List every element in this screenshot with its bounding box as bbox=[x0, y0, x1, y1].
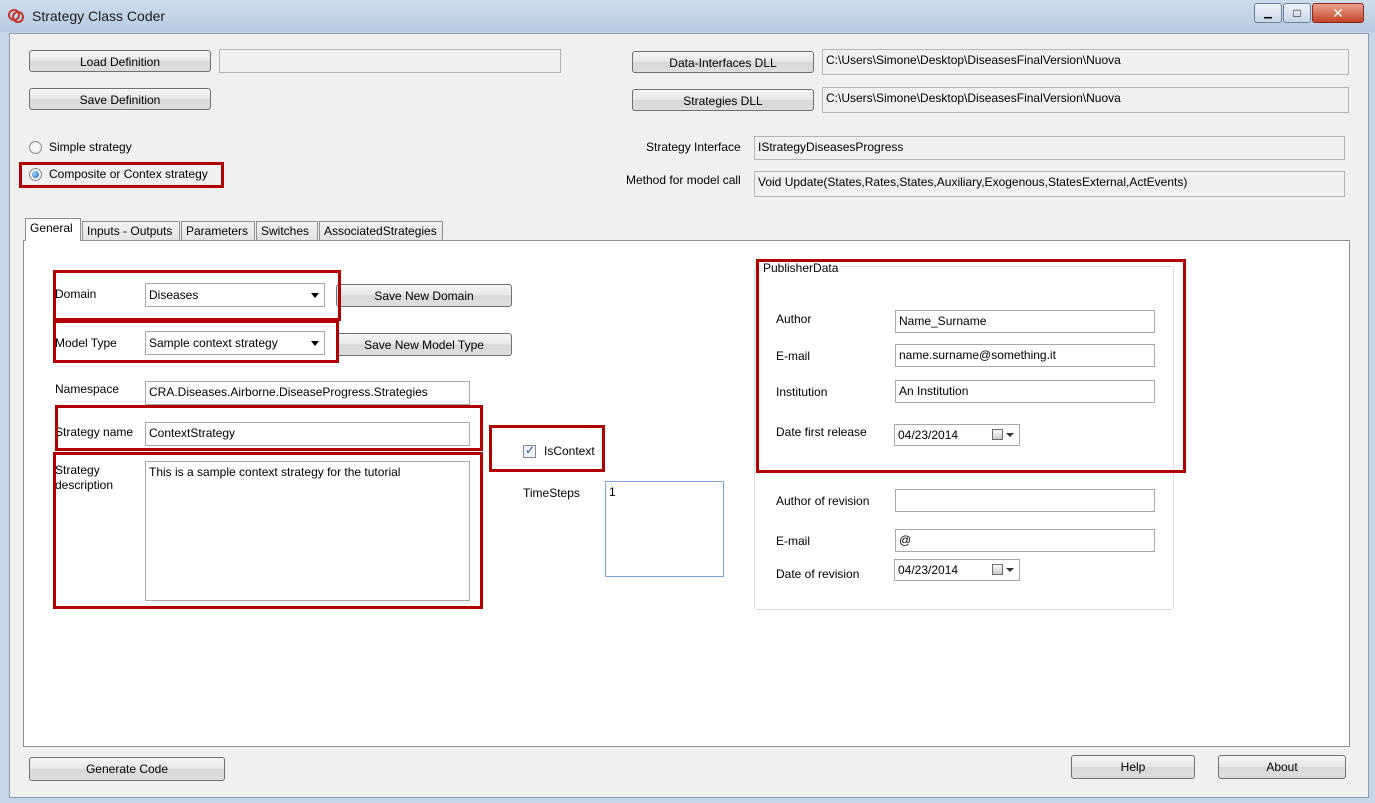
close-button[interactable]: ✕ bbox=[1312, 3, 1364, 23]
save-new-domain-button[interactable]: Save New Domain bbox=[336, 284, 512, 307]
date-revision-picker[interactable]: 04/23/2014 bbox=[894, 559, 1020, 581]
title-bar[interactable]: Strategy Class Coder ▁ □ ✕ bbox=[0, 0, 1375, 32]
chevron-down-icon bbox=[1006, 568, 1014, 572]
data-interfaces-path-field[interactable]: C:\Users\Simone\Desktop\DiseasesFinalVer… bbox=[822, 49, 1349, 75]
highlight-strategy-name bbox=[55, 405, 483, 451]
app-logo-icon bbox=[8, 9, 24, 23]
author-revision-input[interactable] bbox=[895, 489, 1155, 512]
timesteps-label: TimeSteps bbox=[523, 486, 580, 500]
definition-path-field[interactable] bbox=[219, 49, 561, 73]
highlight-domain bbox=[53, 270, 341, 321]
email-revision-input[interactable]: @ bbox=[895, 529, 1155, 552]
method-field[interactable]: Void Update(States,Rates,States,Auxiliar… bbox=[754, 171, 1345, 197]
load-definition-button[interactable]: Load Definition bbox=[29, 50, 211, 72]
maximize-icon: □ bbox=[1293, 6, 1301, 20]
minimize-button[interactable]: ▁ bbox=[1254, 3, 1282, 23]
strategy-interface-label: Strategy Interface bbox=[646, 140, 741, 154]
tab-parameters[interactable]: Parameters bbox=[181, 221, 255, 241]
window-title: Strategy Class Coder bbox=[32, 8, 166, 24]
tab-switches[interactable]: Switches bbox=[256, 221, 318, 241]
close-icon: ✕ bbox=[1332, 4, 1344, 21]
maximize-button[interactable]: □ bbox=[1283, 3, 1311, 23]
data-interfaces-dll-button[interactable]: Data-Interfaces DLL bbox=[632, 51, 814, 73]
date-revision-label: Date of revision bbox=[776, 567, 860, 581]
highlight-iscontext bbox=[489, 425, 605, 472]
namespace-label: Namespace bbox=[55, 382, 120, 396]
email-revision-label: E-mail bbox=[776, 534, 811, 548]
strategy-interface-field[interactable]: IStrategyDiseasesProgress bbox=[754, 136, 1345, 160]
help-button[interactable]: Help bbox=[1071, 755, 1195, 779]
timesteps-input[interactable]: 1 bbox=[605, 481, 724, 577]
tab-general[interactable]: General bbox=[25, 218, 81, 241]
simple-strategy-label: Simple strategy bbox=[49, 140, 132, 154]
minimize-icon: ▁ bbox=[1264, 7, 1272, 19]
method-label: Method for model call bbox=[626, 173, 741, 187]
simple-strategy-radio[interactable] bbox=[29, 141, 42, 154]
save-definition-button[interactable]: Save Definition bbox=[29, 88, 211, 110]
highlight-composite bbox=[19, 162, 224, 188]
highlight-description bbox=[53, 452, 483, 609]
author-revision-label: Author of revision bbox=[776, 494, 870, 508]
tab-associated-strategies[interactable]: AssociatedStrategies bbox=[319, 221, 443, 241]
namespace-input[interactable]: CRA.Diseases.Airborne.DiseaseProgress.St… bbox=[145, 381, 470, 405]
strategies-path-field[interactable]: C:\Users\Simone\Desktop\DiseasesFinalVer… bbox=[822, 87, 1349, 113]
generate-code-button[interactable]: Generate Code bbox=[29, 757, 225, 781]
highlight-model-type bbox=[53, 320, 339, 363]
date-revision-value: 04/23/2014 bbox=[898, 563, 959, 577]
save-new-model-type-button[interactable]: Save New Model Type bbox=[336, 333, 512, 356]
strategies-dll-button[interactable]: Strategies DLL bbox=[632, 89, 814, 111]
highlight-publisher bbox=[756, 259, 1186, 473]
calendar-icon bbox=[992, 564, 1003, 575]
tab-inputs-outputs[interactable]: Inputs - Outputs bbox=[82, 221, 180, 241]
app-window: Strategy Class Coder ▁ □ ✕ Load Definiti… bbox=[0, 0, 1375, 803]
about-button[interactable]: About bbox=[1218, 755, 1346, 779]
